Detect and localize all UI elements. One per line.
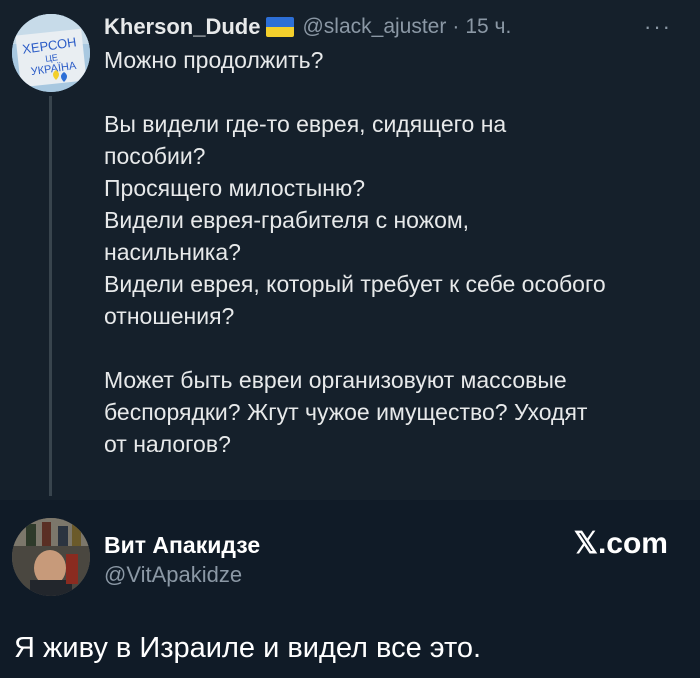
reply-author-handle[interactable]: @VitApakidze [104, 562, 242, 588]
ukraine-flag-icon [266, 17, 295, 37]
reply-avatar-photo [12, 518, 90, 596]
author-handle[interactable]: @slack_ajuster [302, 15, 446, 39]
tweet-text: Можно продолжить? Вы видели где-то еврея… [104, 44, 684, 460]
tweet-paragraph-2: Вы видели где-то еврея, сидящего на посо… [104, 111, 606, 329]
x-com-watermark: 𝕏.com [573, 527, 668, 560]
tweet-header: Kherson_Dude @slack_ajuster · 15 ч. [104, 12, 511, 42]
thread-connector-line [49, 96, 52, 496]
tweet-paragraph-1: Можно продолжить? [104, 47, 324, 73]
reply-text: Я живу в Израиле и видел все это. [14, 632, 482, 664]
reply-section: Вит Апакидзе @VitApakidze 𝕏.com Я живу в… [0, 500, 700, 678]
tweet-paragraph-3: Может быть евреи организовуют массовые б… [104, 367, 588, 457]
author-avatar[interactable]: ХЕРСОН ЦЕ УКРАЇНА [12, 14, 90, 92]
more-options-icon[interactable]: ··· [644, 16, 672, 38]
reply-avatar[interactable] [12, 518, 90, 596]
author-display-name[interactable]: Kherson_Dude [104, 14, 260, 40]
original-tweet: ХЕРСОН ЦЕ УКРАЇНА Kherson_Dude @slack_aj… [0, 0, 700, 500]
separator-dot: · [452, 15, 460, 38]
reply-author-name[interactable]: Вит Апакидзе [104, 532, 260, 559]
avatar-photo: ХЕРСОН ЦЕ УКРАЇНА [12, 14, 90, 92]
tweet-timestamp[interactable]: 15 ч. [465, 15, 511, 39]
